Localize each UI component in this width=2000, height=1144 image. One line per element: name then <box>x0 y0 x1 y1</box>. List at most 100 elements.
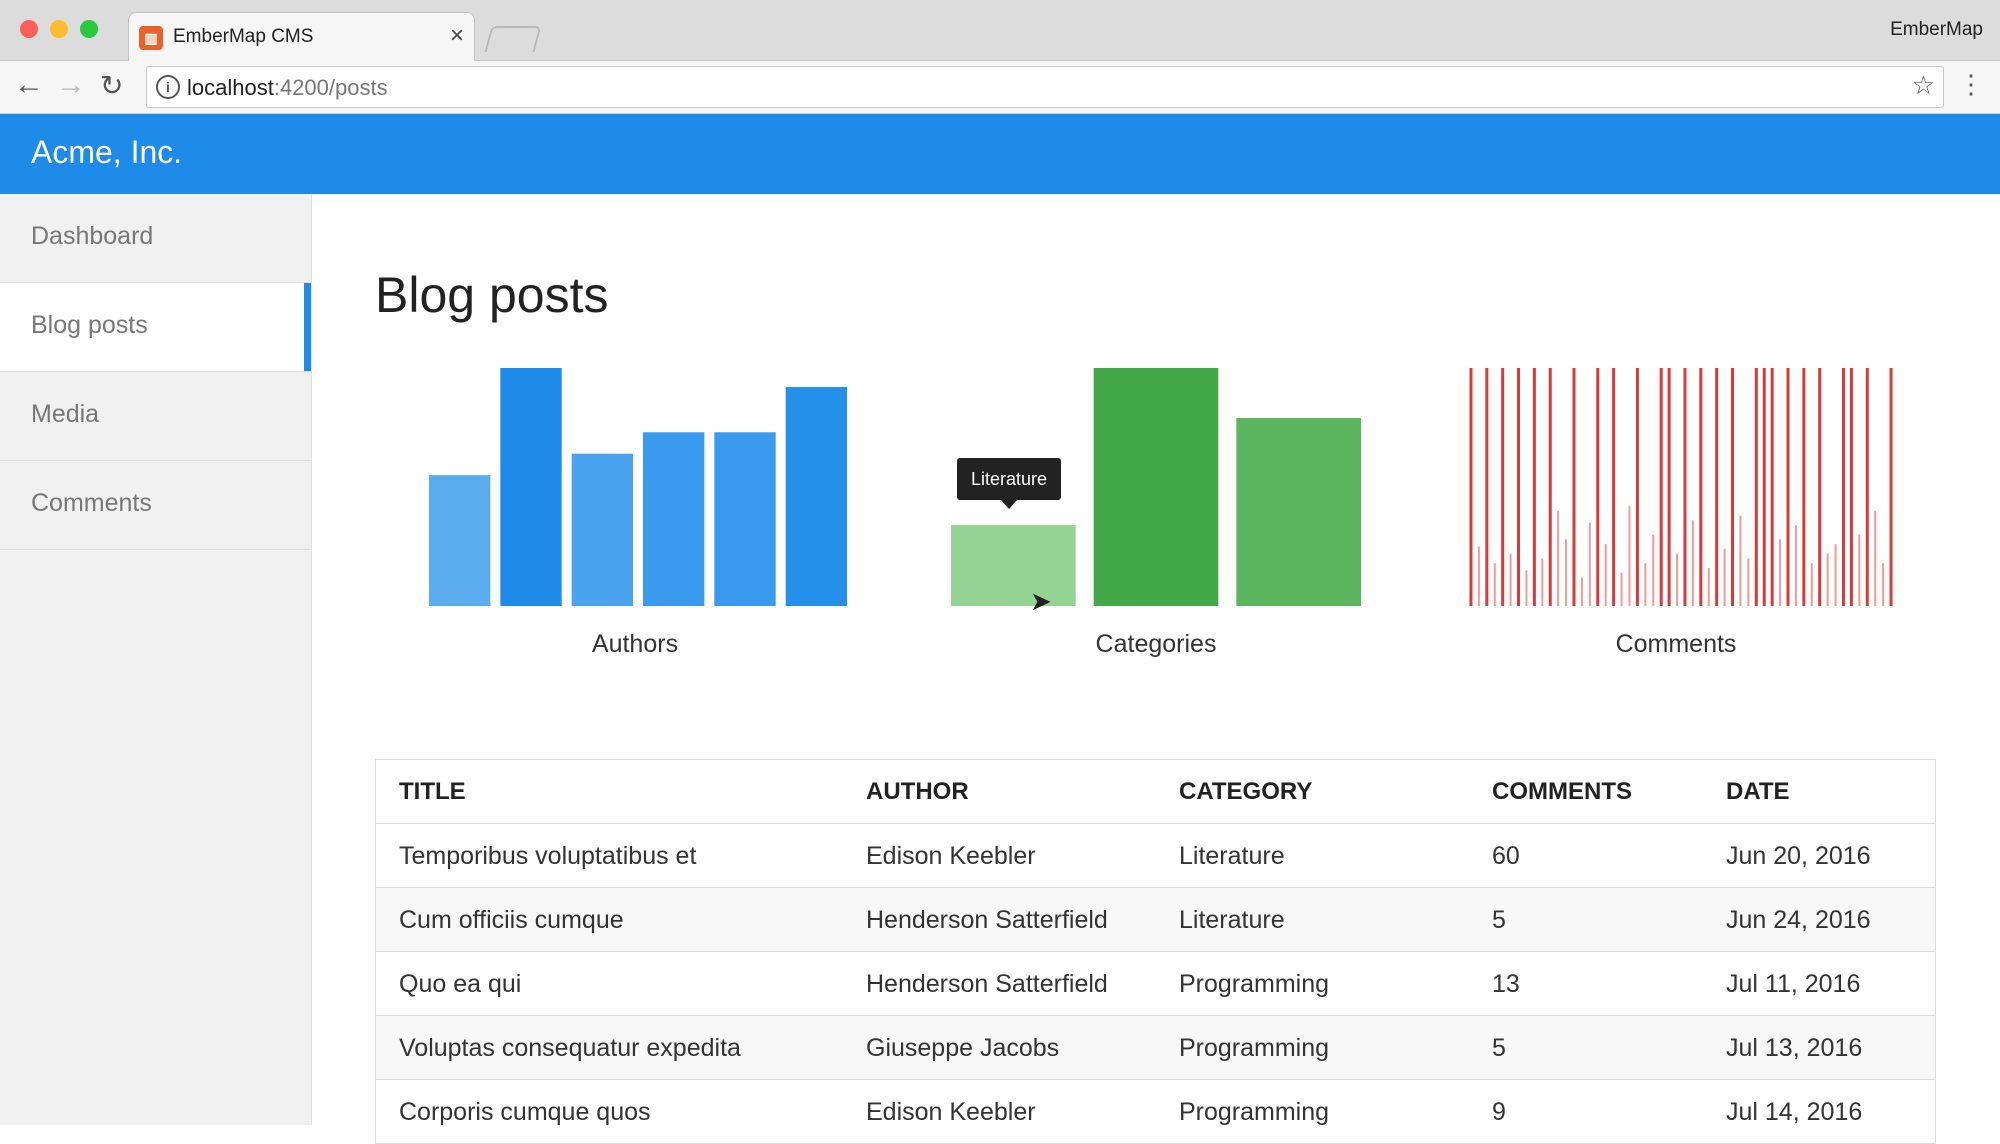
column-header-title[interactable]: TITLE <box>399 778 466 806</box>
table-row[interactable]: Temporibus voluptatibus et Edison Keeble… <box>376 824 1935 888</box>
comments-bar[interactable] <box>1588 522 1591 606</box>
table-row[interactable]: Quo ea qui Henderson Satterfield Program… <box>376 952 1935 1016</box>
minimize-window-button[interactable] <box>50 20 68 38</box>
comments-bar[interactable] <box>1596 368 1600 606</box>
comments-bar[interactable] <box>1604 544 1607 606</box>
reload-icon[interactable]: ↻ <box>100 69 123 102</box>
forward-arrow-icon[interactable]: → <box>56 68 86 102</box>
comments-bar[interactable] <box>1635 368 1639 606</box>
comments-bar[interactable] <box>1810 563 1813 606</box>
comments-bar[interactable] <box>1501 368 1505 606</box>
comments-bar[interactable] <box>1667 368 1671 606</box>
table-row[interactable]: Corporis cumque quos Edison Keebler Prog… <box>376 1080 1935 1144</box>
sidebar-item-comments[interactable]: Comments <box>0 461 311 550</box>
close-window-button[interactable] <box>20 20 38 38</box>
comments-bar[interactable] <box>1525 570 1528 606</box>
comments-bar[interactable] <box>1786 368 1790 606</box>
new-tab-button[interactable] <box>484 26 542 52</box>
comments-bar[interactable] <box>1818 368 1822 606</box>
comments-bar[interactable] <box>1739 515 1742 606</box>
comments-bar[interactable] <box>1715 368 1719 606</box>
comments-bar[interactable] <box>1747 558 1750 606</box>
categories-bar[interactable] <box>1093 368 1219 606</box>
bookmark-star-icon[interactable]: ☆ <box>1912 70 1935 101</box>
comments-bar[interactable] <box>1652 534 1655 606</box>
post-date: Jul 11, 2016 <box>1726 970 1861 998</box>
comments-bar[interactable] <box>1659 368 1663 606</box>
comments-bar[interactable] <box>1858 534 1861 606</box>
comments-bar[interactable] <box>1841 368 1845 606</box>
authors-bar[interactable] <box>643 432 705 606</box>
browser-tab[interactable]: ▥ EmberMap CMS × <box>128 12 475 62</box>
comments-bar[interactable] <box>1889 368 1893 606</box>
comments-bar[interactable] <box>1620 572 1623 606</box>
comments-bar[interactable] <box>1517 368 1521 606</box>
comments-bar[interactable] <box>1754 368 1758 606</box>
tab-close-icon[interactable]: × <box>450 22 464 50</box>
comments-bar[interactable] <box>1485 368 1489 606</box>
comments-bar[interactable] <box>1469 368 1473 606</box>
maximize-window-button[interactable] <box>80 20 98 38</box>
profile-name[interactable]: EmberMap <box>1890 19 1983 41</box>
sidebar-item-label: Media <box>31 400 100 428</box>
comments-bar[interactable] <box>1509 553 1512 606</box>
browser-toolbar: ← → ↻ i localhost:4200/posts ☆ ⋮ <box>0 61 2000 114</box>
comments-bar[interactable] <box>1612 368 1616 606</box>
comments-bar[interactable] <box>1770 368 1774 606</box>
comments-bar[interactable] <box>1557 510 1560 606</box>
post-comments: 13 <box>1492 970 1520 998</box>
comments-bar[interactable] <box>1477 546 1480 607</box>
post-category: Literature <box>1179 906 1285 934</box>
table-row[interactable]: Voluptas consequatur expedita Giuseppe J… <box>376 1016 1935 1080</box>
comments-bar[interactable] <box>1580 577 1583 606</box>
back-arrow-icon[interactable]: ← <box>14 68 44 102</box>
comments-bar[interactable] <box>1565 539 1568 606</box>
comments-bar[interactable] <box>1676 553 1679 606</box>
comments-bar[interactable] <box>1683 368 1687 606</box>
categories-bar[interactable] <box>951 525 1076 606</box>
comments-bar[interactable] <box>1882 563 1885 606</box>
comments-bar[interactable] <box>1874 510 1877 606</box>
authors-chart[interactable] <box>424 368 852 606</box>
comments-bar[interactable] <box>1826 553 1829 606</box>
comments-bar[interactable] <box>1865 368 1869 606</box>
browser-menu-icon[interactable]: ⋮ <box>1958 69 1984 100</box>
column-header-author[interactable]: AUTHOR <box>866 778 969 806</box>
column-header-category[interactable]: CATEGORY <box>1179 778 1312 806</box>
comments-bar[interactable] <box>1802 368 1806 606</box>
authors-bar[interactable] <box>500 368 562 606</box>
table-row[interactable]: Cum officiis cumque Henderson Satterfiel… <box>376 888 1935 952</box>
categories-bar[interactable] <box>1236 417 1361 606</box>
comments-bar[interactable] <box>1762 368 1766 606</box>
comments-bar[interactable] <box>1532 368 1536 606</box>
comments-bar[interactable] <box>1723 548 1726 606</box>
address-bar[interactable]: i localhost:4200/posts ☆ <box>146 66 1944 108</box>
sidebar-item-dashboard[interactable]: Dashboard <box>0 194 311 283</box>
comments-bar[interactable] <box>1794 525 1797 606</box>
authors-bar[interactable] <box>785 387 847 606</box>
comments-bar[interactable] <box>1699 368 1703 606</box>
comments-bar[interactable] <box>1691 520 1694 606</box>
column-header-comments[interactable]: COMMENTS <box>1492 778 1632 806</box>
column-header-date[interactable]: DATE <box>1726 778 1790 806</box>
comments-bar[interactable] <box>1493 563 1496 606</box>
authors-bar[interactable] <box>571 453 633 606</box>
comments-bar[interactable] <box>1628 506 1631 606</box>
comments-bar[interactable] <box>1644 563 1647 606</box>
comments-chart[interactable] <box>1467 368 1895 606</box>
comments-bar[interactable] <box>1834 544 1837 606</box>
info-icon[interactable]: i <box>156 75 180 99</box>
sidebar-item-blog-posts[interactable]: Blog posts <box>0 283 311 372</box>
comments-bar[interactable] <box>1548 368 1552 606</box>
comments-bar[interactable] <box>1779 539 1782 606</box>
brand-name[interactable]: Acme, Inc. <box>31 134 182 171</box>
comments-bar[interactable] <box>1572 368 1576 606</box>
chart-tooltip: Literature <box>957 458 1061 509</box>
authors-bar[interactable] <box>714 432 776 606</box>
authors-bar[interactable] <box>429 475 491 606</box>
comments-bar[interactable] <box>1541 558 1544 606</box>
sidebar-item-media[interactable]: Media <box>0 372 311 461</box>
comments-bar[interactable] <box>1849 368 1853 606</box>
comments-bar[interactable] <box>1731 368 1735 606</box>
comments-bar[interactable] <box>1707 567 1710 606</box>
